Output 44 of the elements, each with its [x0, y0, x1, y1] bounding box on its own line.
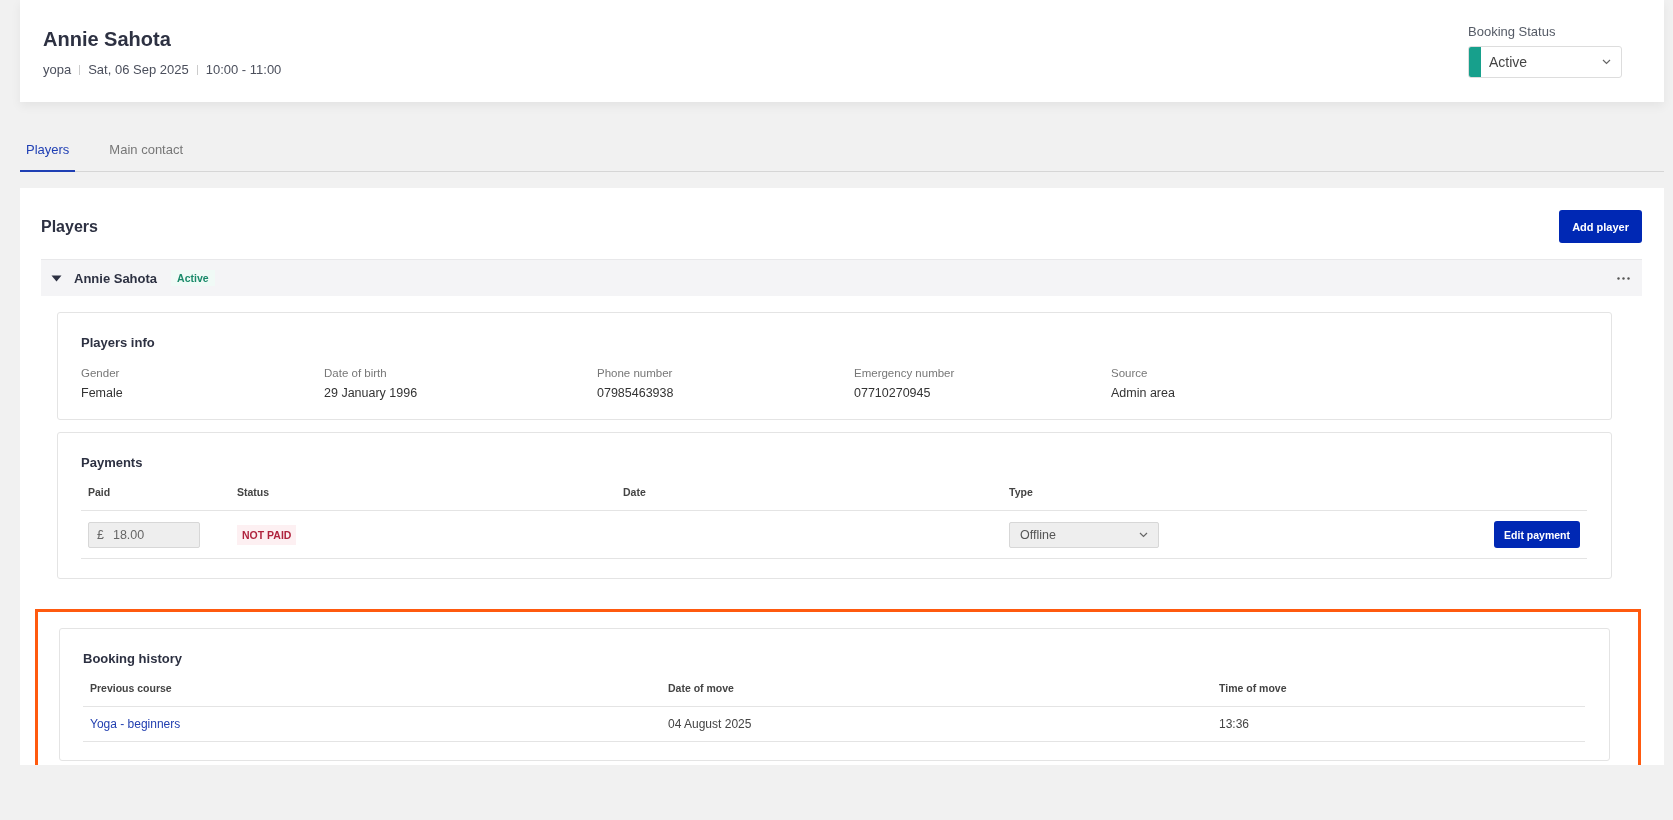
add-player-button[interactable]: Add player — [1559, 210, 1642, 243]
more-icon[interactable] — [1617, 276, 1630, 280]
column-header: Date — [616, 486, 1002, 511]
status-dropdown[interactable]: Active — [1468, 46, 1622, 78]
column-header: Previous course — [83, 682, 661, 707]
card-title: Payments — [81, 455, 144, 470]
field-value: 07710270945 — [854, 386, 932, 400]
card-title: Booking history — [83, 651, 183, 666]
payment-status-badge: NOT PAID — [237, 524, 297, 545]
field-value: Female — [81, 386, 124, 400]
column-header: Status — [230, 486, 616, 511]
field-label: Date of birth — [324, 367, 388, 379]
payment-type-dropdown[interactable]: Offline — [1009, 521, 1159, 548]
player-row[interactable]: Annie Sahota Active — [41, 259, 1642, 296]
chevron-down-icon — [1139, 531, 1148, 538]
tab[interactable]: Main contact — [103, 129, 190, 172]
field-value: Admin area — [1111, 386, 1176, 400]
column-header: Paid — [81, 486, 230, 511]
booking-detail: yopa — [43, 62, 72, 77]
field-label: Source — [1111, 367, 1149, 379]
field-value: 29 January 1996 — [324, 386, 419, 400]
table-cell: 13:36 — [1219, 717, 1250, 731]
tab[interactable]: Players — [20, 129, 76, 172]
player-name: Annie Sahota — [74, 270, 158, 286]
column-header: Type — [1002, 486, 1366, 511]
column-header: Date of move — [661, 682, 1212, 707]
field-label: Emergency number — [854, 367, 956, 379]
status-badge: Active — [171, 270, 215, 286]
booking-detail: 10:00 - 11:00 — [205, 62, 282, 77]
caret-icon[interactable] — [51, 274, 62, 282]
course-link[interactable]: Yoga - beginners — [90, 717, 181, 731]
field-label: Phone number — [597, 367, 674, 379]
card-title: Players info — [81, 335, 156, 350]
section-title: Players — [41, 217, 98, 236]
table-cell: 04 August 2025 — [668, 717, 752, 731]
column-header: Time of move — [1212, 682, 1585, 707]
chevron-down-icon — [1602, 59, 1611, 65]
booking-detail: Sat, 06 Sep 2025 — [88, 62, 189, 77]
field-label: Booking Status — [1468, 24, 1557, 39]
edit-payment-button[interactable]: Edit payment — [1494, 521, 1580, 548]
field-value: 07985463938 — [597, 386, 675, 400]
booking-title: Annie Sahota — [43, 28, 172, 51]
amount-field[interactable]: £ 18.00 — [88, 521, 200, 548]
field-label: Gender — [81, 367, 121, 379]
